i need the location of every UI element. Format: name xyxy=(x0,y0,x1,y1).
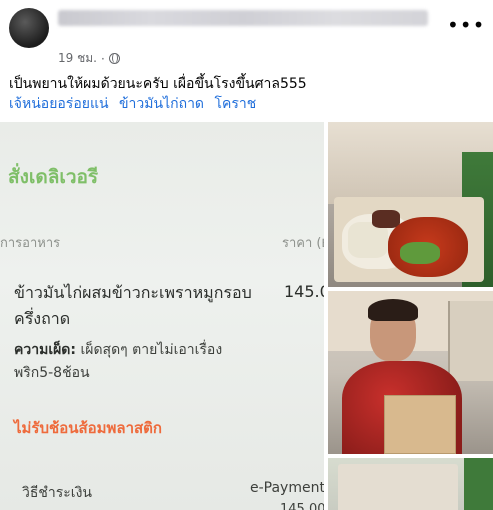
held-food-box xyxy=(384,395,456,454)
globe-icon[interactable] xyxy=(108,53,120,64)
avatar[interactable] xyxy=(9,8,49,48)
receipt-total: 145.00 xyxy=(280,502,324,510)
box-lid xyxy=(338,464,458,510)
post-tags: เจ้หน่อยอร่อยแน่ ข้าวมันไก่ถาด โคราช xyxy=(9,94,262,114)
receipt-title: สั่งเดลิเวอรี xyxy=(8,166,99,188)
post-text: เป็นพยานให้ผมด้วยนะครับ เผื่อขึ้นโรงขึ้น… xyxy=(9,76,307,92)
author-name-blurred[interactable] xyxy=(58,10,428,26)
post-header: 19 ชม. · ••• xyxy=(0,0,493,68)
food-vegetables xyxy=(400,242,440,264)
receipt-price: 145.0 xyxy=(284,282,324,301)
food-dark-meat xyxy=(372,210,400,228)
meta-separator: · xyxy=(100,51,105,66)
receipt-note-line2: พริก5-8ช้อน xyxy=(14,365,90,381)
receipt-col-item: การอาหาร xyxy=(0,236,61,251)
receipt-pay-value: e-Payment xyxy=(250,480,324,496)
background-shelf xyxy=(448,301,493,381)
tag-link[interactable]: โคราช xyxy=(214,96,256,112)
receipt-note: ความเผ็ด: เผ็ดสุดๆ ตายไม่เอาเรื่อง พริก5… xyxy=(14,339,254,385)
background-green xyxy=(464,458,493,510)
receipt-note-line1: เผ็ดสุดๆ ตายไม่เอาเรื่อง xyxy=(76,342,223,358)
receipt-item-line2: ครึ่งถาด xyxy=(14,309,71,328)
receipt-note-label: ความเผ็ด: xyxy=(14,342,76,358)
receipt-photo[interactable]: สั่งเดลิเวอรี การอาหาร ราคา (฿ ข้าวมันไก… xyxy=(0,122,324,510)
food-box-photo[interactable] xyxy=(328,122,493,287)
more-options-icon[interactable]: ••• xyxy=(447,15,484,38)
receipt-item-line1: ข้าวมันไก่ผสมข้าวกะเพราหมูกรอบ xyxy=(14,283,252,302)
receipt-pay-label: วิธีชำระเงิน xyxy=(22,485,92,501)
post-meta: 19 ชม. · xyxy=(58,49,120,68)
person-hair xyxy=(368,299,418,321)
receipt-item: ข้าวมันไก่ผสมข้าวกะเพราหมูกรอบ ครึ่งถาด xyxy=(14,280,264,332)
box-photo[interactable] xyxy=(328,458,493,510)
person-photo[interactable] xyxy=(328,291,493,454)
receipt-no-spoon: ไม่รับช้อนส้อมพลาสติก xyxy=(14,419,162,437)
tag-link[interactable]: เจ้หน่อยอร่อยแน่ xyxy=(9,96,109,112)
photo-gallery: สั่งเดลิเวอรี การอาหาร ราคา (฿ ข้าวมันไก… xyxy=(0,122,493,510)
receipt-col-price: ราคา (฿ xyxy=(282,236,324,251)
tag-link[interactable]: ข้าวมันไก่ถาด xyxy=(119,96,204,112)
post-time[interactable]: 19 ชม. xyxy=(58,49,97,68)
